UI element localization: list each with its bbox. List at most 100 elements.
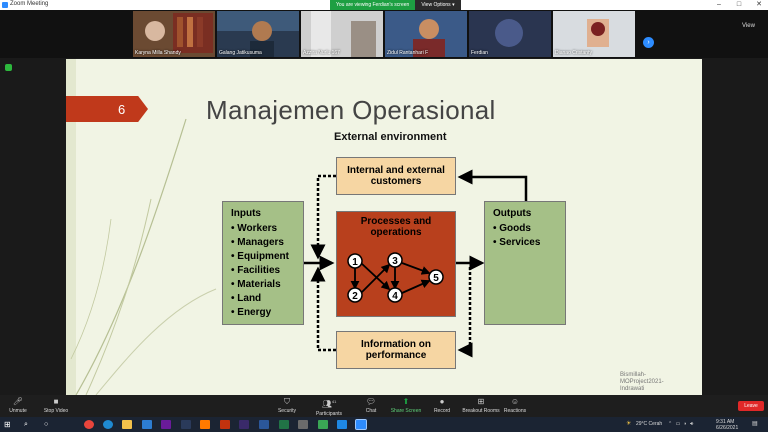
shared-slide: 6 Manajemen Operasional External environ… bbox=[66, 59, 702, 395]
app-icon[interactable] bbox=[298, 420, 308, 429]
file-explorer-icon[interactable] bbox=[122, 420, 132, 429]
weather-icon: ☀ bbox=[626, 421, 632, 427]
task-view-icon[interactable]: ○ bbox=[44, 420, 54, 429]
svg-text:3: 3 bbox=[392, 256, 398, 267]
chrome-icon[interactable] bbox=[84, 420, 94, 429]
unmute-button[interactable]: 🎤︎ Unmute bbox=[0, 397, 38, 414]
people-icon: 👥︎41 bbox=[321, 399, 337, 409]
input-item: • Managers bbox=[231, 237, 284, 248]
input-item: • Materials bbox=[231, 279, 281, 290]
share-screen-label: Share Screen bbox=[390, 408, 422, 414]
participant-name: Ferdian bbox=[471, 50, 488, 56]
chat-button[interactable]: 💬︎ Chat bbox=[351, 397, 391, 414]
premiere-icon[interactable] bbox=[239, 420, 249, 429]
process-node: 4 bbox=[387, 287, 403, 303]
participant-tile[interactable]: Galang Jatikusuma bbox=[217, 11, 299, 57]
participants-count: 41 bbox=[331, 399, 337, 404]
participant-tile[interactable]: Dianao Cristanty bbox=[553, 11, 635, 57]
performance-box: Information on performance bbox=[336, 331, 456, 369]
photoshop-icon[interactable] bbox=[181, 420, 191, 429]
notifications-icon[interactable]: ▤ bbox=[752, 421, 758, 427]
maximize-button[interactable]: □ bbox=[732, 0, 746, 10]
view-options-button[interactable]: View Options ▾ bbox=[415, 0, 461, 10]
leave-button[interactable]: Leave bbox=[738, 401, 764, 411]
excel-icon[interactable] bbox=[279, 420, 289, 429]
view-button[interactable]: View bbox=[742, 23, 755, 29]
shield-icon: ⛉ bbox=[284, 397, 290, 406]
svg-text:1: 1 bbox=[352, 257, 358, 268]
stop-video-button[interactable]: ■ Stop Video bbox=[36, 397, 76, 414]
outputs-heading: Outputs bbox=[493, 208, 532, 219]
share-notice: You are viewing Ferdian's screen bbox=[330, 0, 416, 10]
clock-date: 6/26/2021 bbox=[716, 425, 739, 431]
participant-tile[interactable]: Azzira Nurlu 167 bbox=[301, 11, 383, 57]
app-icon[interactable] bbox=[318, 420, 328, 429]
participants-label: Participants bbox=[315, 410, 343, 417]
participant-name: Zidul Rantanhari F bbox=[387, 50, 429, 56]
store-icon[interactable] bbox=[142, 420, 152, 429]
share-screen-icon: ⬆ bbox=[402, 397, 410, 406]
app-icon[interactable] bbox=[161, 420, 171, 429]
windows-start-icon[interactable]: ⊞ bbox=[4, 420, 14, 429]
minimize-button[interactable]: – bbox=[712, 0, 726, 10]
inputs-heading: Inputs bbox=[231, 208, 261, 219]
svg-text:5: 5 bbox=[433, 273, 439, 284]
participant-name: Galang Jatikusuma bbox=[219, 50, 262, 56]
meeting-toolbar: 🎤︎ Unmute ■ Stop Video ⛉ Security 👥︎41 Parti… bbox=[0, 395, 768, 417]
process-network: 1 2 3 4 5 bbox=[347, 252, 444, 303]
edge-icon[interactable] bbox=[103, 420, 113, 429]
unmute-label: Unmute bbox=[9, 408, 27, 414]
participant-tile[interactable]: Ferdian bbox=[469, 11, 551, 57]
encryption-shield-icon[interactable] bbox=[5, 64, 12, 71]
zoom-taskbar-icon[interactable] bbox=[355, 419, 367, 430]
inputs-list: • Workers • Managers • Equipment • Facil… bbox=[231, 222, 289, 320]
weather-text[interactable]: 29°C Cerah bbox=[636, 421, 662, 427]
slide-credit: Bismillah- MOProject2021- Indrawati bbox=[620, 372, 664, 392]
security-label: Security bbox=[277, 408, 297, 414]
close-button[interactable]: ✕ bbox=[752, 0, 766, 10]
record-icon: ● bbox=[439, 397, 445, 406]
illustrator-icon[interactable] bbox=[200, 420, 210, 429]
chat-label: Chat bbox=[365, 408, 377, 414]
process-node: 5 bbox=[428, 269, 444, 285]
process-node: 1 bbox=[347, 253, 363, 269]
participant-strip: Karyna Milla Shandy Galang Jatikusuma Az… bbox=[0, 10, 768, 58]
next-page-button[interactable]: › bbox=[643, 37, 654, 48]
word-icon[interactable] bbox=[259, 420, 269, 429]
powerpoint-icon[interactable] bbox=[220, 420, 230, 429]
participant-name: Dianao Cristanty bbox=[555, 50, 592, 56]
reactions-label: Reactions bbox=[503, 408, 527, 414]
participant-tile[interactable]: Karyna Milla Shandy bbox=[133, 11, 215, 57]
input-item: • Land bbox=[231, 293, 262, 304]
customers-box: Internal and external customers bbox=[336, 157, 456, 195]
video-camera-icon: ■ bbox=[53, 397, 59, 406]
input-item: • Workers bbox=[231, 223, 278, 234]
process-node: 3 bbox=[387, 252, 403, 268]
svg-text:2: 2 bbox=[352, 291, 358, 302]
share-notice-bar: You are viewing Ferdian's screen View Op… bbox=[330, 0, 461, 10]
windows-taskbar: ⊞ ⌕ ○ ☀ 29°C Cerah ⌃ ▭ ◗ 🔊︎ 9:31 AM 6/26/… bbox=[0, 417, 768, 432]
outputs-box: Outputs • Goods • Services bbox=[484, 201, 566, 325]
participants-button[interactable]: 👥︎41 Participants bbox=[309, 397, 349, 417]
process-node: 2 bbox=[347, 287, 363, 303]
security-button[interactable]: ⛉ Security bbox=[267, 397, 307, 414]
system-tray-icons[interactable]: ⌃ ▭ ◗ 🔊︎ bbox=[668, 421, 694, 427]
input-item: • Equipment bbox=[231, 251, 289, 262]
clock[interactable]: 9:31 AM 6/26/2021 bbox=[716, 419, 738, 431]
search-icon[interactable]: ⌕ bbox=[24, 420, 34, 429]
reactions-button[interactable]: ☺ Reactions bbox=[495, 397, 535, 414]
participant-name: Azzira Nurlu 167 bbox=[303, 50, 340, 56]
output-item: • Services bbox=[493, 237, 541, 248]
app-icon[interactable] bbox=[337, 420, 347, 429]
record-button[interactable]: ● Record bbox=[422, 397, 462, 414]
record-label: Record bbox=[433, 408, 451, 414]
window-title: Zoom Meeting bbox=[10, 1, 49, 7]
participant-name: Karyna Milla Shandy bbox=[135, 50, 181, 56]
chat-bubble-icon: 💬︎ bbox=[365, 397, 377, 406]
participant-tile[interactable]: Zidul Rantanhari F bbox=[385, 11, 467, 57]
stop-video-label: Stop Video bbox=[43, 408, 69, 414]
zoom-logo-icon bbox=[2, 2, 8, 8]
mic-muted-icon: 🎤︎ bbox=[12, 397, 24, 406]
share-screen-button[interactable]: ⬆ Share Screen bbox=[386, 397, 426, 414]
outputs-list: • Goods • Services bbox=[493, 222, 540, 250]
